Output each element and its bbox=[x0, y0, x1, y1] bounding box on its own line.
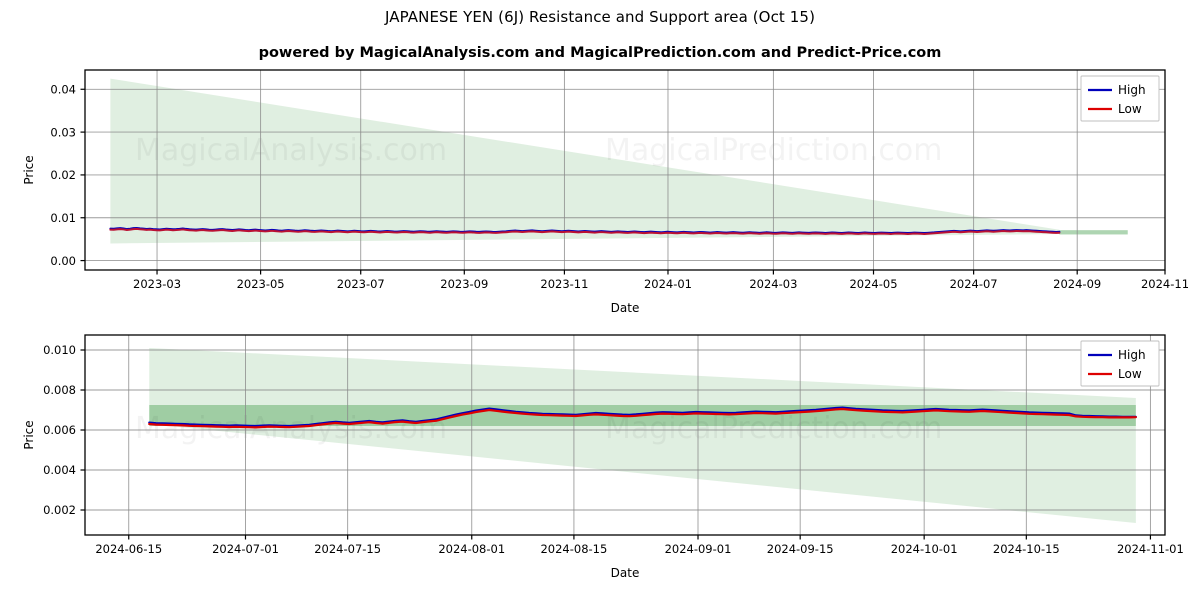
legend[interactable]: High Low bbox=[1080, 340, 1160, 387]
ytick-label-3: 0.008 bbox=[43, 383, 76, 397]
xtick-label-2: 2023-07 bbox=[337, 277, 385, 291]
clipped-content: MagicalAnalysis.com MagicalPrediction.com bbox=[85, 335, 1165, 535]
ytick-label-0: 0.00 bbox=[50, 254, 76, 268]
legend-label-low: Low bbox=[1118, 367, 1142, 381]
xtick-label-0: 2023-03 bbox=[133, 277, 181, 291]
xtick-label-10: 2024-11 bbox=[1141, 277, 1189, 291]
xtick-label-7: 2024-10-01 bbox=[891, 542, 958, 556]
xaxis-label: Date bbox=[611, 566, 640, 580]
chart-figure: JAPANESE YEN (6J) Resistance and Support… bbox=[0, 0, 1200, 600]
xtick-label-4: 2024-08-15 bbox=[540, 542, 607, 556]
plots-svg: MagicalAnalysis.com MagicalPrediction.com… bbox=[22, 69, 1189, 580]
yaxis-label: Price bbox=[22, 155, 36, 184]
watermark-text: MagicalPrediction.com bbox=[605, 411, 943, 446]
watermark-text: MagicalAnalysis.com bbox=[135, 133, 447, 168]
ytick-label-3: 0.03 bbox=[50, 125, 76, 139]
xtick-label-6: 2024-03 bbox=[749, 277, 797, 291]
legend-label-low: Low bbox=[1118, 102, 1142, 116]
ytick-label-4: 0.04 bbox=[50, 82, 76, 96]
ytick-label-1: 0.004 bbox=[43, 463, 76, 477]
projection-zone-band bbox=[1059, 230, 1128, 235]
xtick-label-5: 2024-09-01 bbox=[665, 542, 732, 556]
xtick-label-1: 2023-05 bbox=[237, 277, 285, 291]
ytick-label-1: 0.01 bbox=[50, 211, 76, 225]
xtick-label-9: 2024-11-01 bbox=[1117, 542, 1184, 556]
legend-label-high: High bbox=[1118, 83, 1146, 97]
page-subtitle: powered by MagicalAnalysis.com and Magic… bbox=[258, 45, 942, 61]
clipped-content: MagicalAnalysis.comMagicalPrediction.com bbox=[85, 70, 1165, 270]
xtick-label-3: 2024-08-01 bbox=[438, 542, 505, 556]
xtick-label-2: 2024-07-15 bbox=[314, 542, 381, 556]
ytick-label-2: 0.02 bbox=[50, 168, 76, 182]
xtick-label-4: 2023-11 bbox=[540, 277, 588, 291]
xtick-label-5: 2024-01 bbox=[644, 277, 692, 291]
legend[interactable]: High Low bbox=[1080, 75, 1160, 122]
xtick-label-3: 2023-09 bbox=[440, 277, 488, 291]
xtick-label-7: 2024-05 bbox=[849, 277, 897, 291]
xtick-label-1: 2024-07-01 bbox=[212, 542, 279, 556]
page-title: JAPANESE YEN (6J) Resistance and Support… bbox=[384, 8, 816, 26]
xtick-label-8: 2024-10-15 bbox=[993, 542, 1060, 556]
legend-label-high: High bbox=[1118, 348, 1146, 362]
ytick-label-0: 0.002 bbox=[43, 503, 76, 517]
bottom-chart: MagicalAnalysis.com MagicalPrediction.com… bbox=[22, 334, 1184, 580]
watermark-text: MagicalAnalysis.com bbox=[135, 411, 447, 446]
xtick-label-0: 2024-06-15 bbox=[95, 542, 162, 556]
yaxis-label: Price bbox=[22, 420, 36, 449]
xtick-label-6: 2024-09-15 bbox=[767, 542, 834, 556]
xaxis-label: Date bbox=[611, 301, 640, 315]
xtick-label-9: 2024-09 bbox=[1053, 277, 1101, 291]
ytick-label-2: 0.006 bbox=[43, 423, 76, 437]
top-chart: MagicalAnalysis.comMagicalPrediction.com… bbox=[22, 69, 1189, 315]
xtick-label-8: 2024-07 bbox=[950, 277, 998, 291]
ytick-label-4: 0.010 bbox=[43, 343, 76, 357]
